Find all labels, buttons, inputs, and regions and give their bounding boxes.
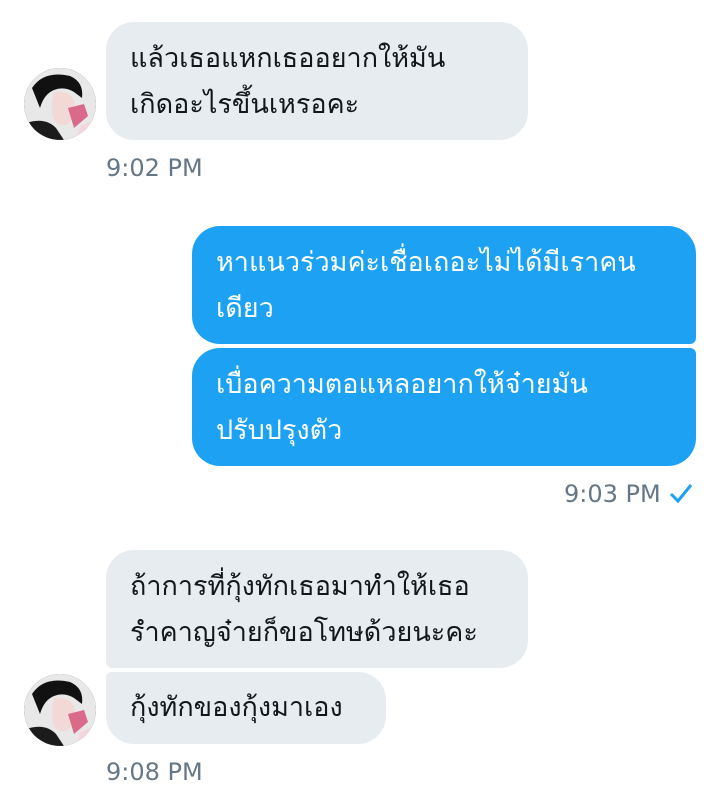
contact-avatar[interactable] [24,68,96,140]
conversation-view: แล้วเธอแหกเธออยากให้มัน เกิดอะไรขึ้นเหรอ… [0,0,720,804]
message-text: แล้วเธอแหกเธออยากให้มัน [130,43,446,74]
message-text: เกิดอะไรขึ้นเหรอคะ [130,89,360,120]
message-text: กุ้งทักของกุ้งมาเอง [130,692,343,723]
message-text: เดียว [216,293,274,324]
check-icon [669,484,693,504]
message-text: เบื่อความตอแหลอยากให้จ๋ายมัน [216,369,588,400]
message-timestamp: 9:08 PM [106,758,203,786]
message-bubble-outgoing[interactable]: เบื่อความตอแหลอยากให้จ๋ายมัน ปรับปรุงตัว [192,348,696,466]
message-text: ปรับปรุงตัว [216,415,343,446]
message-timestamp: 9:02 PM [106,154,203,182]
message-text: ถ้าการที่กุ้งทักเธอมาทำให้เธอ [130,571,470,602]
avatar-portrait-icon [24,68,96,140]
message-bubble-incoming[interactable]: กุ้งทักของกุ้งมาเอง [106,672,386,744]
contact-avatar[interactable] [24,674,96,746]
message-bubble-incoming[interactable]: แล้วเธอแหกเธออยากให้มัน เกิดอะไรขึ้นเหรอ… [106,22,528,140]
message-timestamp: 9:03 PM [564,480,661,508]
message-text: หาแนวร่วมค่ะเชื่อเถอะไม่ได้มีเราคน [216,247,636,278]
message-bubble-incoming[interactable]: ถ้าการที่กุ้งทักเธอมาทำให้เธอ รำคาญจ๋ายก… [106,550,528,668]
avatar-portrait-icon [24,674,96,746]
message-text: รำคาญจ๋ายก็ขอโทษด้วยนะคะ [130,617,478,648]
message-bubble-outgoing[interactable]: หาแนวร่วมค่ะเชื่อเถอะไม่ได้มีเราคน เดียว [192,226,696,344]
